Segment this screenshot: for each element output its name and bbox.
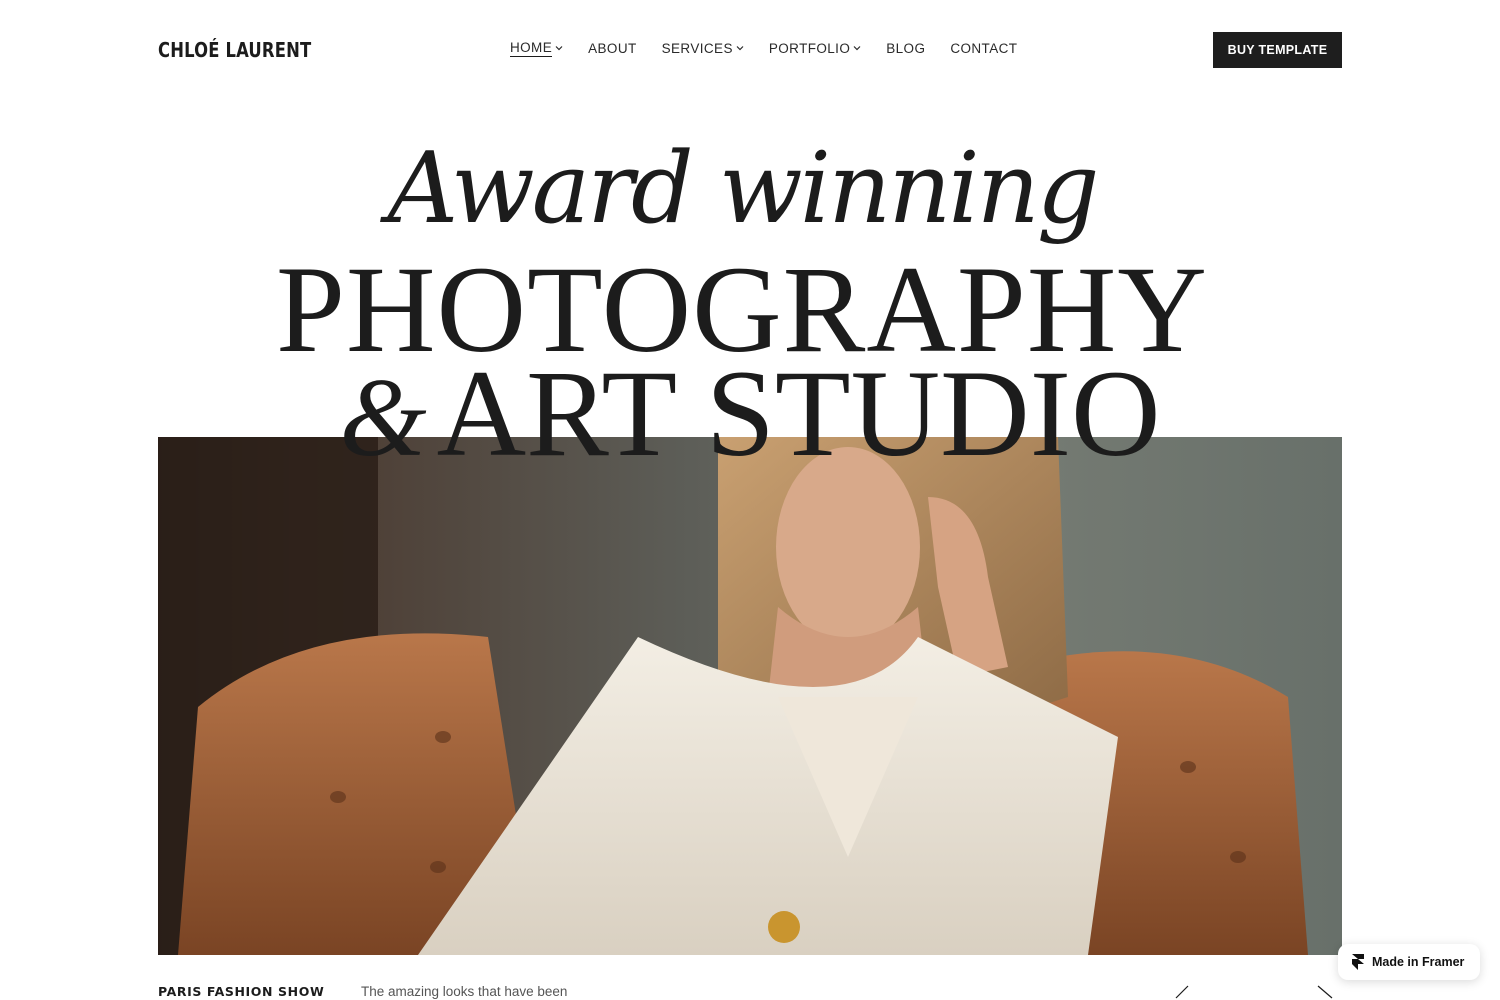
- badge-label: Made in Framer: [1372, 955, 1465, 969]
- nav-label: PORTFOLIO: [768, 40, 851, 56]
- arrow-right-icon[interactable]: [1314, 984, 1338, 1000]
- nav-label: BLOG: [886, 40, 926, 56]
- hero-photo: [158, 437, 1342, 955]
- chevron-down-icon: [555, 44, 563, 52]
- caption-text: The amazing looks that have been: [361, 984, 568, 999]
- hero-headline-sub: &ART STUDIO: [0, 352, 1500, 476]
- nav-item-home[interactable]: HOME: [510, 39, 563, 57]
- main-nav: HOME ABOUT SERVICES PORTFOLIO BLOG CONTA…: [510, 39, 1042, 57]
- hero-headline-sub-text: ART STUDIO: [436, 345, 1161, 482]
- page: CHLOÉ LAURENT HOME ABOUT SERVICES PORTFO…: [0, 0, 1500, 1000]
- arrow-left-icon[interactable]: [1170, 984, 1194, 1000]
- nav-label: CONTACT: [950, 40, 1018, 56]
- made-in-framer-badge[interactable]: Made in Framer: [1338, 944, 1480, 980]
- caption-title: PARIS FASHION SHOW: [158, 984, 325, 999]
- nav-item-blog[interactable]: BLOG: [886, 39, 925, 57]
- nav-label: HOME: [510, 39, 553, 57]
- nav-label: SERVICES: [661, 40, 733, 56]
- buy-template-button[interactable]: BUY TEMPLATE: [1213, 32, 1342, 68]
- chevron-down-icon: [736, 44, 744, 52]
- ampersand: &: [339, 356, 427, 480]
- nav-item-contact[interactable]: CONTACT: [950, 39, 1017, 57]
- framer-logo-icon: [1352, 954, 1364, 970]
- nav-item-about[interactable]: ABOUT: [588, 39, 637, 57]
- nav-item-portfolio[interactable]: PORTFOLIO: [769, 39, 861, 57]
- chevron-down-icon: [853, 44, 861, 52]
- nav-label: ABOUT: [588, 40, 637, 56]
- nav-item-services[interactable]: SERVICES: [662, 39, 744, 57]
- hero-headline-script: Award winning: [387, 132, 1099, 246]
- brand-logo[interactable]: CHLOÉ LAURENT: [158, 38, 311, 62]
